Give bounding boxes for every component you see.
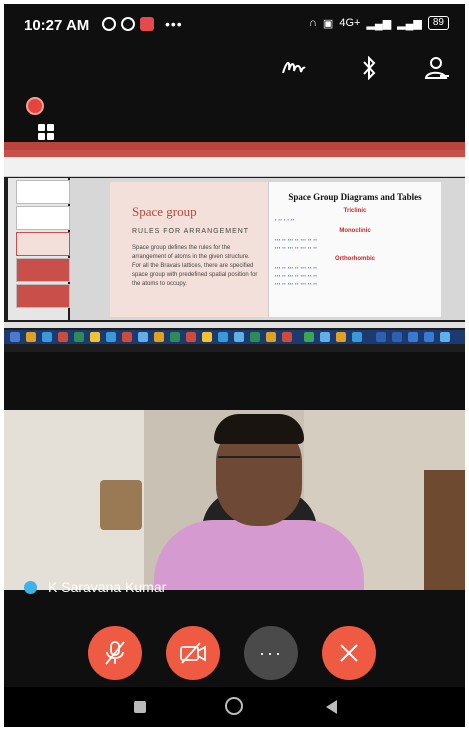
- headphone-icon: ∩: [309, 17, 317, 29]
- taskbar-app-icon: [90, 332, 100, 342]
- slide-text-panel: Space group RULES FOR ARRANGEMENT Space …: [110, 182, 268, 317]
- taskbar-app-icon: [186, 332, 196, 342]
- more-notifications-icon: •••: [165, 16, 183, 32]
- slide-canvas: Space group RULES FOR ARRANGEMENT Space …: [70, 178, 465, 320]
- taskbar-app-icon: [282, 332, 292, 342]
- taskbar-app-icon: [42, 332, 52, 342]
- slide-thumbnail: [16, 258, 70, 282]
- slide-thumbnail: [16, 284, 70, 308]
- notification-icon: [102, 17, 116, 31]
- status-right: ∩ ▣ 4G+ ▂▄▆ ▂▄▆ 89: [309, 16, 449, 30]
- participant-name-bar: K Saravana Kumar: [4, 576, 465, 598]
- web-section-monoclinic: Monoclinic: [339, 228, 371, 234]
- taskbar-app-icon: [154, 332, 164, 342]
- ppt-statusbar: [4, 322, 465, 328]
- web-row: ▪▪▪ ▪▪ ▪▪▪ ▪▪ ▪▪▪ ▪▪ ▪▪: [275, 265, 318, 270]
- web-section-triclinic: Triclinic: [343, 208, 367, 214]
- participant-video[interactable]: [4, 410, 465, 590]
- participant-glasses: [218, 456, 300, 472]
- taskbar-app-icon: [320, 332, 330, 342]
- meeting-controls: ···: [4, 626, 465, 682]
- taskbar-app-icon: [266, 332, 276, 342]
- more-options-icon: ···: [259, 642, 283, 663]
- taskbar-tray-icon: [376, 332, 386, 342]
- meeting-top-bar: [4, 50, 465, 92]
- slide-subtitle: RULES FOR ARRANGEMENT: [132, 228, 250, 235]
- camera-button[interactable]: [166, 626, 220, 680]
- slide-thumbnail: [16, 206, 70, 230]
- status-bar: 10:27 AM ••• ∩ ▣ 4G+ ▂▄▆ ▂▄▆ 89: [4, 4, 465, 44]
- taskbar-app-icon: [250, 332, 260, 342]
- taskbar-app-icon: [202, 332, 212, 342]
- slide-body: Space group defines the rules for the ar…: [132, 245, 258, 287]
- slide-title: Space group: [132, 204, 197, 219]
- participant-hair: [214, 414, 304, 444]
- ppt-ribbon: [4, 150, 465, 177]
- network-label: 4G+: [339, 17, 361, 29]
- taskbar-app-icon: [58, 332, 68, 342]
- home-icon[interactable]: [225, 697, 243, 715]
- slide-thumbnails: [8, 178, 70, 320]
- signal-icon: ▂▄▆: [366, 17, 392, 30]
- taskbar-app-icon: [26, 332, 36, 342]
- signal-icon-2: ▂▄▆: [397, 17, 422, 30]
- windows-taskbar: [4, 330, 465, 344]
- taskbar-tray-icon: [424, 332, 434, 342]
- speaking-indicator-icon: [24, 581, 37, 594]
- ppt-titlebar: [4, 142, 465, 150]
- taskbar-app-icon: [218, 332, 228, 342]
- participants-icon[interactable]: [422, 56, 452, 86]
- annotate-icon[interactable]: [279, 56, 309, 86]
- shared-screen[interactable]: Space group RULES FOR ARRANGEMENT Space …: [4, 142, 465, 352]
- whatsapp-icon: [121, 17, 135, 31]
- taskbar-app-icon: [138, 332, 148, 342]
- notification-icons: •••: [102, 16, 183, 32]
- volte-icon: ▣: [322, 17, 334, 30]
- status-time: 10:27 AM: [24, 17, 90, 34]
- taskbar-app-icon: [122, 332, 132, 342]
- taskbar-app-icon: [106, 332, 116, 342]
- back-icon[interactable]: [326, 700, 337, 714]
- recording-indicator: [26, 97, 44, 115]
- more-options-button[interactable]: ···: [244, 626, 298, 680]
- web-row: ▪▪▪ ▪▪ ▪▪▪ ▪▪ ▪▪▪ ▪▪ ▪▪: [275, 281, 318, 286]
- app-notification-icon: [140, 17, 154, 31]
- layout-grid-icon[interactable]: [38, 124, 54, 140]
- close-icon: [340, 644, 358, 662]
- battery-icon: 89: [427, 16, 449, 30]
- web-row: ▪▪▪ ▪▪ ▪▪▪ ▪▪ ▪▪▪ ▪▪ ▪▪: [275, 245, 318, 250]
- leave-call-button[interactable]: [322, 626, 376, 680]
- android-nav-bar: [4, 687, 465, 727]
- web-row: ▪▪▪ ▪▪ ▪▪▪ ▪▪ ▪▪▪ ▪▪ ▪▪: [275, 273, 318, 278]
- slide: Space group RULES FOR ARRANGEMENT Space …: [110, 182, 441, 317]
- web-section-orthorhombic: Orthorhombic: [335, 256, 375, 262]
- participant-name: K Saravana Kumar: [48, 579, 167, 595]
- slide-thumbnail-active: [16, 232, 70, 256]
- mic-off-icon: [105, 641, 125, 665]
- web-row: ▪▪▪ ▪▪ ▪▪▪ ▪▪ ▪▪▪ ▪▪ ▪▪: [275, 237, 318, 242]
- video-shelf: [424, 470, 465, 590]
- web-row: ▪ ▪▪ ▪ ▪ ▪▪: [275, 217, 295, 222]
- phone-screen: 10:27 AM ••• ∩ ▣ 4G+ ▂▄▆ ▂▄▆ 89 Space gr…: [4, 4, 465, 727]
- taskbar-tray-icon: [440, 332, 450, 342]
- camera-off-icon: [180, 642, 206, 664]
- taskbar-tray-icon: [392, 332, 402, 342]
- taskbar-app-icon: [336, 332, 346, 342]
- mute-button[interactable]: [88, 626, 142, 680]
- taskbar-app-icon: [352, 332, 362, 342]
- embedded-web-page: Space Group Diagrams and Tables Triclini…: [268, 182, 441, 317]
- taskbar-app-icon: [304, 332, 314, 342]
- taskbar-tray-icon: [408, 332, 418, 342]
- taskbar-app-icon: [170, 332, 180, 342]
- ppt-ribbon-tabs: [4, 150, 465, 157]
- start-icon: [10, 332, 20, 342]
- web-heading: Space Group Diagrams and Tables: [288, 192, 422, 202]
- slide-thumbnail: [16, 180, 70, 204]
- video-bag: [100, 480, 142, 530]
- bluetooth-icon[interactable]: [354, 55, 384, 86]
- recents-icon[interactable]: [134, 701, 146, 713]
- taskbar-app-icon: [234, 332, 244, 342]
- taskbar-app-icon: [74, 332, 84, 342]
